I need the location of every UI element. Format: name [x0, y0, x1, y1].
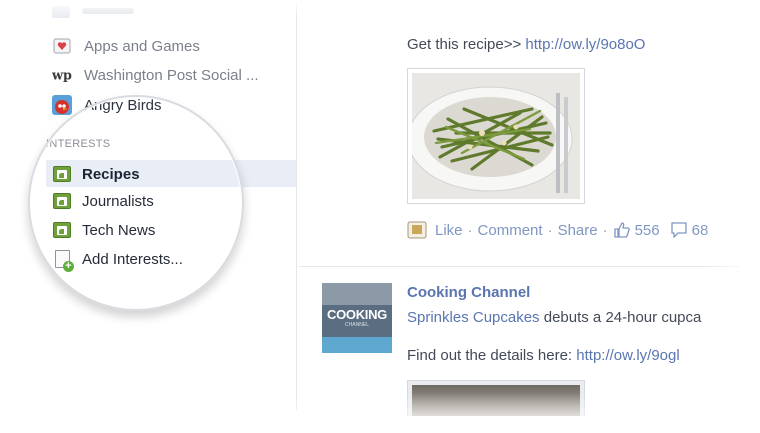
separator: ·	[547, 221, 553, 239]
separator: ·	[467, 221, 473, 239]
app-post-icon	[407, 221, 427, 239]
avatar-band-bottom	[322, 337, 392, 353]
sidebar-item-journalists[interactable]: Journalists	[52, 189, 154, 213]
add-interests-icon: +	[52, 249, 74, 272]
post-link[interactable]: http://ow.ly/9o8oO	[525, 36, 645, 53]
sidebar-item-label: Add Interests...	[82, 250, 183, 268]
interests-section-heading: INTERESTS	[46, 138, 111, 150]
svg-text:wp: wp	[52, 68, 72, 83]
sidebar-item-label: Washington Post Social ...	[84, 66, 259, 84]
mention-link[interactable]: Sprinkles Cupcakes	[407, 309, 540, 326]
comment-bubble-icon[interactable]	[670, 221, 688, 239]
apps-games-icon	[52, 36, 72, 56]
comment-count[interactable]: 68	[692, 222, 709, 239]
story-photo[interactable]	[407, 380, 585, 416]
post-actions: Like · Comment · Share · 556 68	[407, 219, 708, 241]
details-link[interactable]: http://ow.ly/9ogl	[576, 347, 679, 364]
sidebar-item-label: Tech News	[82, 221, 156, 239]
post-text-prefix: Get this recipe>>	[407, 36, 526, 53]
separator: ·	[602, 221, 608, 239]
rss-list-icon	[52, 191, 72, 211]
sidebar-item-label: Journalists	[82, 192, 154, 210]
app-icon	[52, 6, 70, 18]
details-text: Find out the details here:	[407, 347, 577, 364]
left-sidebar: Apps and Games wp Washington Post Social…	[0, 0, 296, 433]
cropped-label	[82, 8, 134, 14]
thumbs-up-icon[interactable]	[613, 221, 631, 239]
page-name-link[interactable]: Cooking Channel	[407, 284, 530, 301]
story-text-rest: debuts a 24-hour cupca	[539, 309, 702, 326]
sidebar-item-label: Angry Birds	[84, 96, 162, 114]
angry-birds-icon	[52, 95, 72, 115]
sidebar-item-recipes[interactable]: Recipes	[52, 162, 140, 186]
story-text: Sprinkles Cupcakes debuts a 24-hour cupc…	[407, 309, 737, 326]
sidebar-item-washington-post-social[interactable]: wp Washington Post Social ...	[52, 64, 259, 86]
post-photo[interactable]	[407, 68, 585, 204]
page-avatar[interactable]: COOKING CHANNEL	[322, 283, 392, 353]
sidebar-item-apps-and-games[interactable]: Apps and Games	[52, 35, 200, 57]
like-link[interactable]: Like	[435, 222, 463, 239]
rss-list-icon	[52, 164, 72, 184]
sidebar-item-add-interests[interactable]: + Add Interests...	[52, 247, 183, 272]
rss-list-icon	[52, 220, 72, 240]
sidebar-item-cropped[interactable]	[52, 6, 142, 20]
sidebar-item-label: Apps and Games	[84, 37, 200, 55]
sidebar-item-label: Recipes	[82, 165, 140, 183]
post-text: Get this recipe>> http://ow.ly/9o8oO	[407, 36, 645, 53]
like-count[interactable]: 556	[635, 222, 660, 239]
green-beans-photo	[407, 73, 580, 199]
sidebar-item-angry-birds[interactable]: Angry Birds	[52, 94, 162, 116]
comment-link[interactable]: Comment	[478, 222, 543, 239]
washington-post-icon: wp	[52, 65, 72, 85]
news-feed: Get this recipe>> http://ow.ly/9o8oO Lik…	[297, 0, 760, 433]
avatar-band	[322, 283, 392, 305]
story-details: Find out the details here: http://ow.ly/…	[407, 347, 737, 364]
avatar-logo-text: COOKING	[326, 307, 387, 322]
share-link[interactable]: Share	[558, 222, 598, 239]
avatar-logo-subtext: CHANNEL	[345, 322, 369, 328]
story-photo-image	[412, 385, 580, 416]
story-divider	[299, 266, 739, 267]
sidebar-item-tech-news[interactable]: Tech News	[52, 218, 155, 242]
